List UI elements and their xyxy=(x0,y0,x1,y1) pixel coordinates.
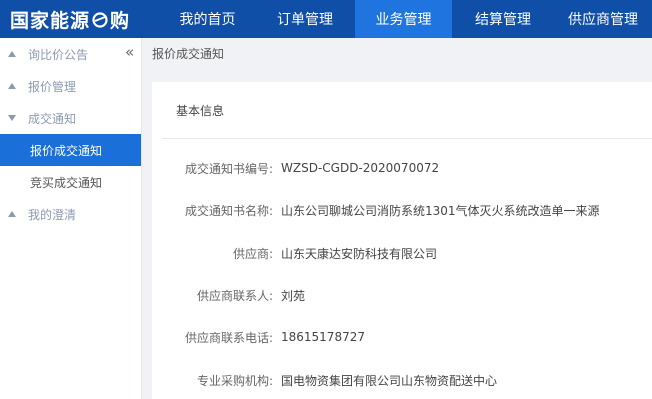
expand-arrow-icon xyxy=(8,51,16,57)
sidebar-item-label: 竞买成交通知 xyxy=(30,175,103,190)
sidebar-group-deal-notice[interactable]: 成交通知 xyxy=(0,102,141,134)
sidebar-group-inquiry[interactable]: 询比价公告 xyxy=(0,38,141,70)
field-row-notice-number: 成交通知书编号: WZSD-CGDD-2020070072 xyxy=(152,158,652,178)
logo-text-left: 国家能源 xyxy=(10,9,91,32)
field-label: 成交通知书名称: xyxy=(184,203,273,218)
field-value: 刘苑 xyxy=(281,288,306,303)
field-label: 供应商联系电话: xyxy=(184,330,273,345)
nav-settlement[interactable]: 结算管理 xyxy=(452,0,554,38)
field-value: 18615178727 xyxy=(281,330,365,344)
breadcrumb: 报价成交通知 xyxy=(152,47,225,61)
logo-text-right: 购 xyxy=(110,9,131,32)
sidebar-item-label: 报价成交通知 xyxy=(30,143,103,158)
field-label: 成交通知书编号: xyxy=(184,161,273,176)
sidebar: « 询比价公告 报价管理 成交通知 报价成交通知 竞买成交通知 我的澄清 xyxy=(0,38,142,399)
expand-arrow-icon xyxy=(8,83,16,89)
field-value: 山东公司聊城公司消防系统1301气体灭火系统改造单一来源 xyxy=(281,203,600,218)
field-row-supplier: 供应商: 山东天康达安防科技有限公司 xyxy=(152,243,652,263)
nav-business[interactable]: 业务管理 xyxy=(355,0,452,38)
field-row-supplier-contact: 供应商联系人: 刘苑 xyxy=(152,285,652,305)
expand-arrow-icon xyxy=(8,211,16,217)
top-navigation-bar: 国家能源 购 我的首页 订单管理 业务管理 结算管理 供应商管理 xyxy=(0,0,652,38)
basic-info-card: 基本信息 成交通知书编号: WZSD-CGDD-2020070072 成交通知书… xyxy=(152,82,652,399)
field-label: 供应商: xyxy=(232,246,273,261)
main-nav: 我的首页 订单管理 业务管理 结算管理 供应商管理 xyxy=(160,0,652,38)
nav-home[interactable]: 我的首页 xyxy=(160,0,255,38)
collapse-arrow-icon xyxy=(8,115,16,121)
field-label: 供应商联系人: xyxy=(196,288,273,303)
field-label: 专业采购机构: xyxy=(196,373,273,388)
sidebar-item-quote-deal-notice[interactable]: 报价成交通知 xyxy=(0,134,141,166)
logo[interactable]: 国家能源 购 xyxy=(0,0,160,38)
sidebar-group-clarification[interactable]: 我的澄清 xyxy=(0,198,141,230)
e-logo-icon xyxy=(91,11,109,28)
field-value: 国电物资集团有限公司山东物资配送中心 xyxy=(281,373,498,388)
sidebar-group-label: 报价管理 xyxy=(28,79,77,94)
sidebar-group-label: 成交通知 xyxy=(28,111,77,126)
field-value: 山东天康达安防科技有限公司 xyxy=(281,246,438,261)
sidebar-group-quote[interactable]: 报价管理 xyxy=(0,70,141,102)
sidebar-item-bid-deal-notice[interactable]: 竞买成交通知 xyxy=(0,166,141,198)
field-row-procurement-agency: 专业采购机构: 国电物资集团有限公司山东物资配送中心 xyxy=(152,370,652,390)
sidebar-group-label: 我的澄清 xyxy=(28,207,77,222)
field-row-supplier-phone: 供应商联系电话: 18615178727 xyxy=(152,327,652,347)
sidebar-group-label: 询比价公告 xyxy=(28,47,89,62)
field-row-notice-name: 成交通知书名称: 山东公司聊城公司消防系统1301气体灭火系统改造单一来源 xyxy=(152,200,652,220)
collapse-sidebar-icon[interactable]: « xyxy=(125,45,139,60)
card-title: 基本信息 xyxy=(162,82,652,139)
nav-orders[interactable]: 订单管理 xyxy=(255,0,355,38)
field-value: WZSD-CGDD-2020070072 xyxy=(281,161,440,175)
nav-supplier[interactable]: 供应商管理 xyxy=(554,0,652,38)
